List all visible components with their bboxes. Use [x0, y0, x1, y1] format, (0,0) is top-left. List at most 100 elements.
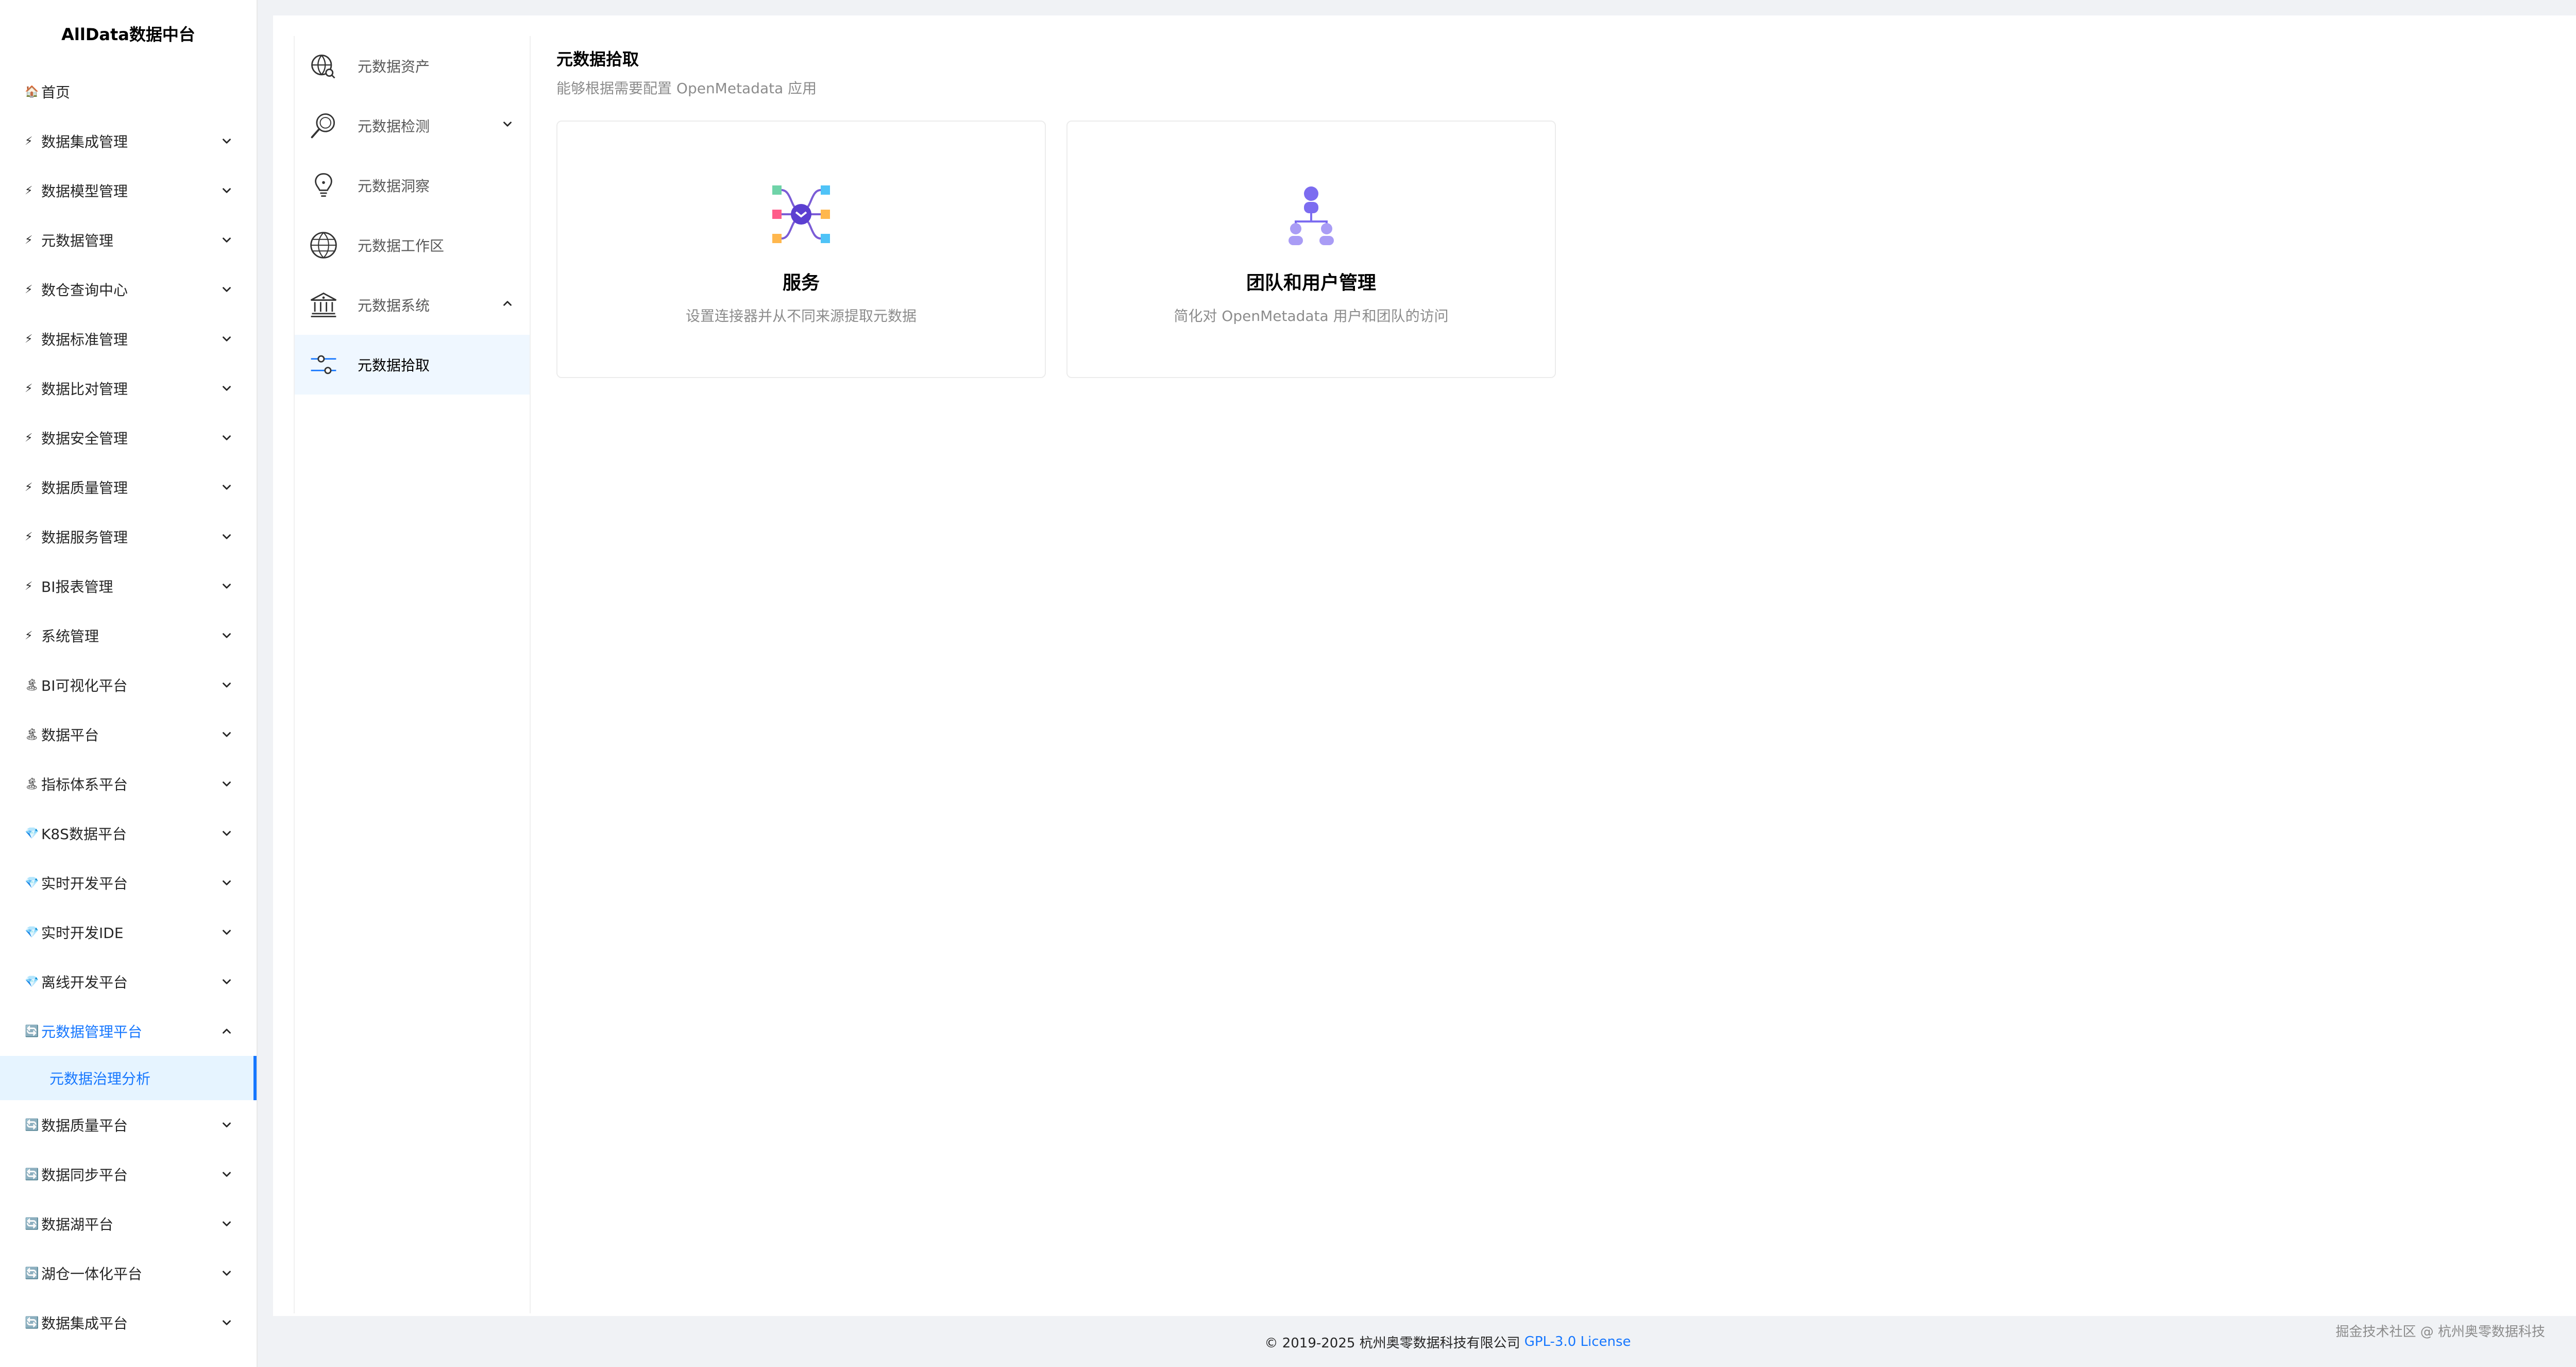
chevron-wrap [501, 297, 514, 314]
chevron-down-icon [223, 584, 231, 589]
sidebar-item[interactable]: 🔄 数据同步平台 [0, 1150, 257, 1199]
chevron-wrap [217, 775, 236, 793]
lightning-icon: ⚡ [25, 332, 33, 346]
chevron-down-icon [503, 121, 512, 127]
chevron-down-icon [223, 485, 231, 490]
chevron-down-icon [223, 1271, 231, 1276]
sidebar-item[interactable]: 🔄 数据集成平台 [0, 1298, 257, 1347]
sidebar-item[interactable]: ⚡ BI报表管理 [0, 561, 257, 611]
sidebar-item[interactable]: 🔄 元数据管理平台 [0, 1006, 257, 1056]
home-icon: 🏠 [25, 85, 39, 98]
lightning-icon: ⚡ [25, 530, 33, 543]
main-panel: 元数据拾取 能够根据需要配置 OpenMetadata 应用 服务 设置连接器并… [556, 46, 2576, 378]
brand-title[interactable]: AllData数据中台 [0, 0, 257, 67]
chevron-down-icon [223, 831, 231, 836]
chevron-down-icon [223, 139, 231, 144]
sidebar-item-label: BI报表管理 [41, 578, 113, 595]
inner-nav-item[interactable]: 元数据工作区 [295, 215, 530, 275]
bank-icon [307, 288, 340, 321]
chevron-down-icon [223, 1172, 231, 1177]
sidebar-item-label: 数据标准管理 [41, 331, 128, 348]
sidebar-item[interactable]: ⚡ 数据标准管理 [0, 314, 257, 364]
content-area: 元数据资产元数据检测元数据洞察元数据工作区元数据系统元数据拾取 元数据拾取 能够… [273, 15, 2576, 1316]
cycle-icon: 🔄 [25, 1024, 39, 1038]
sidebar-item[interactable]: 💎 实时开发平台 [0, 858, 257, 908]
team-users-card[interactable]: 团队和用户管理 简化对 OpenMetadata 用户和团队的访问 [1066, 121, 1556, 378]
chevron-wrap [501, 117, 514, 134]
footer: © 2019-2025 杭州奥零数据科技有限公司 GPL-3.0 License [273, 1324, 2576, 1360]
sidebar-item[interactable]: 💎 实时开发IDE [0, 908, 257, 957]
sidebar-item[interactable]: ⚡ 数据比对管理 [0, 364, 257, 413]
sidebar-item-label: 实时开发IDE [41, 925, 124, 942]
chevron-wrap [217, 676, 236, 694]
sidebar-item[interactable]: 🔄 数据质量平台 [0, 1100, 257, 1150]
sidebar-item[interactable]: ⚡ 数仓查询中心 [0, 265, 257, 314]
chevron-wrap [217, 923, 236, 942]
sidebar-item[interactable]: 💎 K8S数据平台 [0, 809, 257, 858]
services-card[interactable]: 服务 设置连接器并从不同来源提取元数据 [556, 121, 1046, 378]
lightning-icon: ⚡ [25, 283, 33, 296]
sidebar-subitem[interactable]: 元数据治理分析 [0, 1056, 257, 1100]
sidebar-item-label: 数据平台 [41, 727, 99, 744]
sidebar-item-label: 数据比对管理 [41, 381, 128, 398]
inner-nav-item[interactable]: 元数据洞察 [295, 156, 530, 215]
cycle-icon: 🔄 [25, 1118, 39, 1132]
chevron-wrap [217, 280, 236, 299]
sidebar-item[interactable]: 🏠 首页 [0, 67, 257, 116]
license-link[interactable]: GPL-3.0 License [1524, 1334, 1631, 1349]
sidebar-item-label: 系统管理 [41, 628, 99, 645]
sidebar-item[interactable]: ⚡ 数据模型管理 [0, 166, 257, 215]
sidebar-item[interactable]: ⚡ 数据集成管理 [0, 116, 257, 166]
team-users-icon [1289, 186, 1334, 245]
chevron-wrap [217, 1215, 236, 1233]
sidebar-item[interactable]: 🏝 BI可视化平台 [0, 660, 257, 710]
sidebar-item-label: 数据同步平台 [41, 1167, 128, 1184]
sidebar-item-label: 实时开发平台 [41, 875, 128, 892]
sidebar-item-label: BI可视化平台 [41, 677, 128, 694]
sidebar-item[interactable]: 🔄 数据湖平台 [0, 1199, 257, 1249]
lightning-icon: ⚡ [25, 382, 33, 395]
inner-nav-item[interactable]: 元数据资产 [295, 36, 530, 96]
sidebar-item[interactable]: ⚡ 数据服务管理 [0, 512, 257, 561]
chevron-wrap [217, 1165, 236, 1184]
lightning-icon: ⚡ [25, 431, 33, 445]
chevron-down-icon [223, 1320, 231, 1325]
chevron-down-icon [223, 287, 231, 292]
chevron-wrap [217, 231, 236, 249]
chevron-down-icon [223, 732, 231, 737]
sidebar-item-label: 数据模型管理 [41, 183, 128, 200]
inner-nav-item[interactable]: 元数据系统 [295, 275, 530, 335]
inner-nav-label: 元数据系统 [358, 297, 430, 314]
sidebar-item[interactable]: 🔄 湖仓一体化平台 [0, 1249, 257, 1298]
chevron-wrap [217, 577, 236, 595]
chevron-wrap [217, 132, 236, 150]
sidebar-item-label: 数据集成平台 [41, 1315, 128, 1332]
sidebar-item[interactable]: ⚡ 系统管理 [0, 611, 257, 660]
sidebar-item[interactable]: 🏝 数据平台 [0, 710, 257, 759]
sidebar-item[interactable]: ⚡ 元数据管理 [0, 215, 257, 265]
inner-nav-label: 元数据资产 [358, 58, 430, 75]
sidebar-item[interactable]: 🏝 指标体系平台 [0, 759, 257, 809]
sidebar-item[interactable]: ⚡ 数据质量管理 [0, 463, 257, 512]
lightning-icon: ⚡ [25, 233, 33, 247]
services-hub-icon [772, 185, 830, 243]
chevron-down-icon [223, 979, 231, 984]
globe-icon [307, 229, 340, 262]
cycle-icon: 🔄 [25, 1168, 39, 1181]
chevron-down-icon [223, 435, 231, 440]
card-description: 设置连接器并从不同来源提取元数据 [685, 307, 917, 324]
sidebar-item-label: 数据集成管理 [41, 133, 128, 150]
sidebar-item[interactable]: 💎 离线开发平台 [0, 957, 257, 1006]
chevron-wrap [217, 824, 236, 843]
sidebar-item[interactable]: ⚡ 数据安全管理 [0, 413, 257, 463]
sidebar-item-label: 指标体系平台 [41, 776, 128, 793]
chevron-down-icon [223, 336, 231, 341]
chevron-up-icon [503, 300, 512, 306]
inner-nav-label: 元数据洞察 [358, 178, 430, 195]
cycle-icon: 🔄 [25, 1217, 39, 1231]
chevron-down-icon [223, 1122, 231, 1127]
inner-nav-item[interactable]: 元数据拾取 [295, 335, 530, 395]
inner-nav-item[interactable]: 元数据检测 [295, 96, 530, 156]
chevron-down-icon [223, 1221, 231, 1226]
sidebar-item-label: 湖仓一体化平台 [41, 1266, 143, 1283]
